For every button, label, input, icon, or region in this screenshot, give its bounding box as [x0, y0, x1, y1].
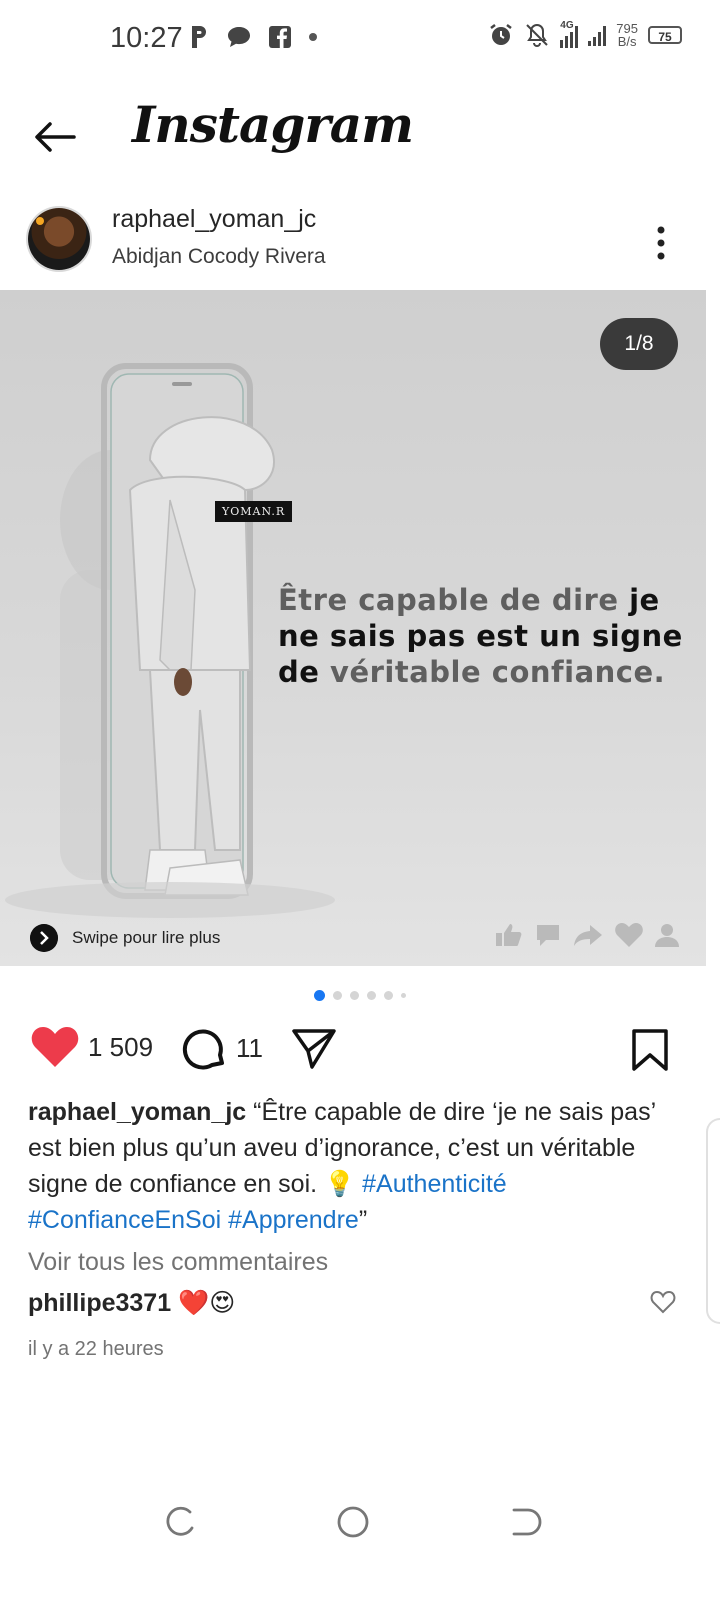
signal-label: 4G	[560, 20, 574, 31]
signal-4g-icon: 4G	[560, 20, 579, 48]
facebook-icon	[269, 26, 291, 48]
status-time: 10:27	[110, 22, 183, 54]
heart-filled-icon[interactable]	[30, 1025, 80, 1069]
net-speed: 795 B/s	[616, 22, 638, 48]
notification-icons	[188, 24, 318, 50]
post-header: raphael_yoman_jc Abidjan Cocody Rivera	[0, 195, 720, 285]
side-panel-handle[interactable]	[706, 1118, 720, 1324]
story-indicator	[36, 217, 44, 225]
battery-icon: 75	[648, 26, 682, 44]
back-nav-icon[interactable]	[506, 1504, 542, 1540]
user-icon	[655, 924, 679, 947]
quote-part-3: véritable confiance.	[330, 655, 666, 689]
heart-icon	[615, 923, 643, 947]
post-caption: raphael_yoman_jc “Être capable de dire ‘…	[28, 1094, 678, 1238]
post-timestamp: il y a 22 heures	[28, 1338, 164, 1360]
signal-icon	[588, 24, 607, 46]
caption-username[interactable]: raphael_yoman_jc	[28, 1098, 246, 1126]
system-nav-bar	[0, 1490, 720, 1560]
comment-item: phillipe3371 ❤️😍	[28, 1288, 235, 1318]
carousel-indicator	[0, 990, 720, 1001]
swipe-hint: Swipe pour lire plus	[30, 924, 220, 952]
bookmark-icon[interactable]	[630, 1027, 670, 1073]
app-header: Instagram	[0, 90, 720, 180]
post-username[interactable]: raphael_yoman_jc	[112, 205, 316, 234]
page-counter: 1/8	[600, 318, 678, 370]
carousel-dot	[401, 993, 406, 998]
comment-icon	[537, 925, 559, 946]
comment-like-heart-icon[interactable]	[650, 1290, 676, 1314]
comment-text: ❤️😍	[178, 1289, 236, 1317]
home-icon[interactable]	[335, 1504, 371, 1540]
comment-count[interactable]: 11	[236, 1033, 263, 1064]
comment-username[interactable]: phillipe3371	[28, 1289, 171, 1317]
mute-bell-icon	[526, 23, 549, 47]
caption-closing: ”	[358, 1206, 368, 1234]
brand-tag: YOMAN.R	[215, 501, 293, 522]
like-count[interactable]: 1 509	[88, 1032, 153, 1063]
recents-icon[interactable]	[162, 1504, 198, 1540]
chevron-right-icon	[30, 924, 58, 952]
carousel-dot	[384, 991, 393, 1000]
hashtag-link[interactable]: #Apprendre	[228, 1206, 359, 1234]
post-actions: 1 509 11	[0, 1025, 720, 1081]
carousel-dot-active	[314, 990, 325, 1001]
carousel-dot	[333, 991, 342, 1000]
share-arrow-icon	[574, 925, 602, 946]
carousel-dot	[350, 991, 359, 1000]
hashtag-link[interactable]: #ConfianceEnSoi	[28, 1206, 221, 1234]
quote-text: Être capable de dire je ne sais pas est …	[278, 582, 698, 690]
instagram-logo: Instagram	[132, 95, 414, 154]
back-arrow-icon[interactable]	[30, 112, 80, 162]
hashtag-link[interactable]: #Authenticité	[362, 1170, 507, 1198]
like-action[interactable]: 1 509	[30, 1025, 153, 1069]
quote-part-1: Être capable de dire	[278, 583, 619, 617]
post-image[interactable]: 1/8 YOMAN.R Être capable de dire je ne s…	[0, 290, 706, 966]
more-options-icon[interactable]	[646, 223, 676, 263]
comment-action[interactable]: 11	[180, 1025, 263, 1071]
alarm-icon	[490, 24, 513, 45]
swipe-text: Swipe pour lire plus	[72, 928, 221, 947]
chat-bubble-icon	[228, 27, 250, 47]
send-icon[interactable]	[290, 1027, 338, 1071]
net-speed-unit: B/s	[617, 34, 637, 49]
dot-icon	[309, 33, 317, 41]
post-location[interactable]: Abidjan Cocody Rivera	[112, 245, 326, 269]
comment-bubble-icon[interactable]	[180, 1025, 228, 1071]
carousel-dot	[367, 991, 376, 1000]
system-icons: 4G 795 B/s 75	[488, 20, 682, 48]
view-all-comments-link[interactable]: Voir tous les commentaires	[28, 1248, 328, 1277]
status-bar: 10:27 4G 795 B/s 75	[0, 0, 720, 80]
battery-level: 75	[658, 30, 672, 44]
thumbs-up-icon	[496, 924, 522, 946]
parking-icon	[192, 26, 206, 48]
image-reaction-icons	[494, 922, 680, 948]
